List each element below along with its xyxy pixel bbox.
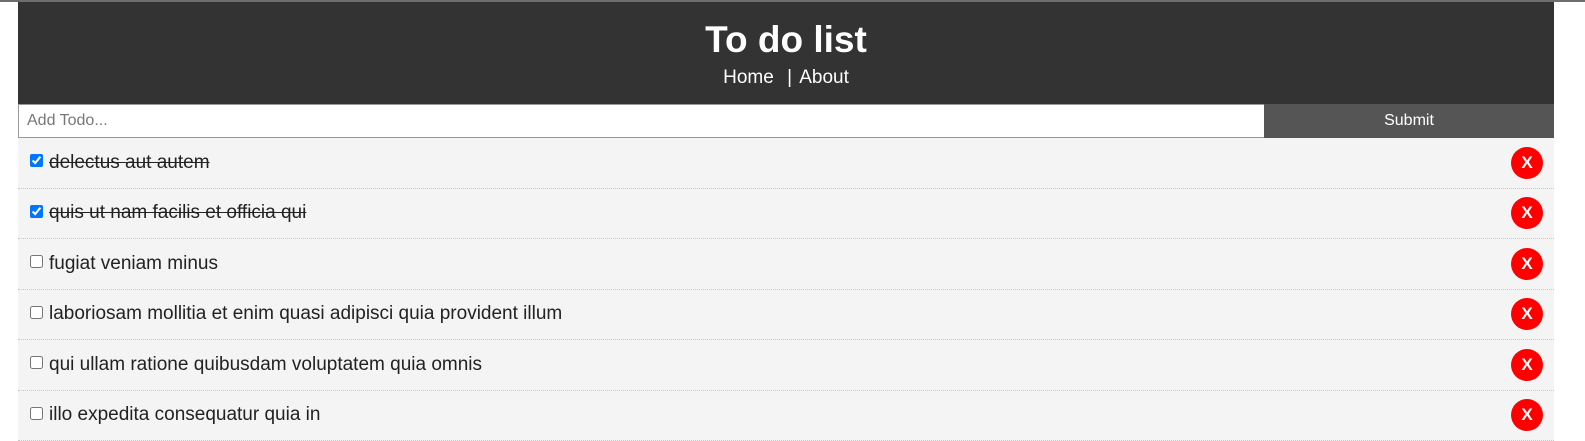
- delete-todo-button[interactable]: X: [1511, 248, 1543, 280]
- todo-checkbox[interactable]: [30, 306, 43, 319]
- todo-app: To do list Home | About Submit delectus …: [18, 2, 1554, 441]
- delete-todo-button[interactable]: X: [1511, 197, 1543, 229]
- todo-item: fugiat veniam minus X: [18, 239, 1554, 290]
- todo-checkbox[interactable]: [30, 154, 43, 167]
- todo-item: illo expedita consequatur quia in X: [18, 391, 1554, 441]
- submit-button[interactable]: Submit: [1264, 104, 1554, 138]
- todo-checkbox[interactable]: [30, 356, 43, 369]
- nav-bar: Home | About: [18, 66, 1554, 90]
- delete-todo-button[interactable]: X: [1511, 399, 1543, 431]
- delete-todo-button[interactable]: X: [1511, 298, 1543, 330]
- nav-about-link[interactable]: About: [799, 67, 849, 88]
- delete-todo-button[interactable]: X: [1511, 147, 1543, 179]
- todo-item: quis ut nam facilis et officia qui X: [18, 189, 1554, 240]
- todo-title: qui ullam ratione quibusdam voluptatem q…: [49, 354, 482, 376]
- todo-item: delectus aut autem X: [18, 138, 1554, 189]
- todo-title: delectus aut autem: [49, 152, 210, 174]
- add-todo-form: Submit: [18, 104, 1554, 138]
- todo-checkbox[interactable]: [30, 205, 43, 218]
- todo-title: illo expedita consequatur quia in: [49, 404, 320, 426]
- app-header: To do list Home | About: [18, 2, 1554, 104]
- todo-title: laboriosam mollitia et enim quasi adipis…: [49, 303, 562, 325]
- nav-home-link[interactable]: Home: [723, 67, 774, 88]
- todo-title: quis ut nam facilis et officia qui: [49, 202, 306, 224]
- todo-checkbox[interactable]: [30, 255, 43, 268]
- page-title: To do list: [18, 18, 1554, 62]
- todo-item: qui ullam ratione quibusdam voluptatem q…: [18, 340, 1554, 391]
- add-todo-input[interactable]: [18, 104, 1264, 138]
- todo-checkbox[interactable]: [30, 407, 43, 420]
- delete-todo-button[interactable]: X: [1511, 349, 1543, 381]
- todo-title: fugiat veniam minus: [49, 253, 218, 275]
- todo-item: laboriosam mollitia et enim quasi adipis…: [18, 290, 1554, 341]
- todo-list: delectus aut autem X quis ut nam facilis…: [18, 138, 1554, 441]
- nav-separator: |: [779, 67, 795, 88]
